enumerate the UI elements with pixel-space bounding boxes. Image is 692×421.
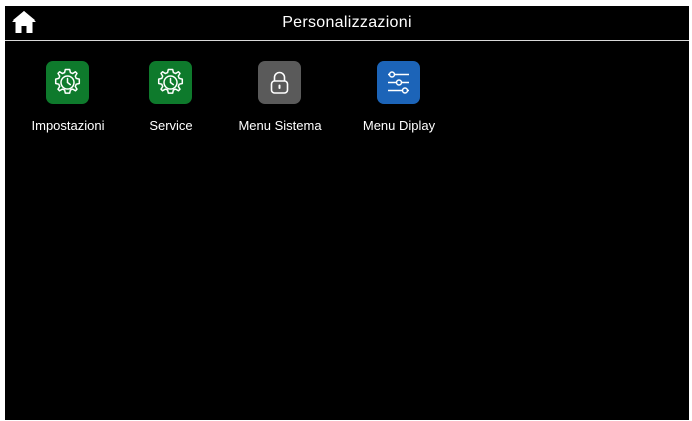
tile-menu-sistema[interactable]: Menu Sistema (230, 61, 330, 136)
gear-clock-icon (46, 61, 89, 104)
tile-label: Service (149, 118, 193, 133)
tile-label: Menu Sistema (238, 118, 322, 133)
header-bar: Personalizzazioni (5, 6, 689, 41)
padlock-icon (258, 61, 301, 104)
tile-label: Impostazioni (31, 118, 105, 133)
screen: Personalizzazioni Impostazioni Service M… (5, 6, 689, 420)
tile-impostazioni[interactable]: Impostazioni (18, 61, 118, 136)
tile-menu-display[interactable]: Menu Diplay (349, 61, 449, 136)
tile-service[interactable]: Service (121, 61, 221, 136)
tile-label: Menu Diplay (362, 118, 436, 133)
sliders-icon (377, 61, 420, 104)
page-title: Personalizzazioni (282, 14, 412, 31)
gear-clock-icon (149, 61, 192, 104)
menu-tiles: Impostazioni Service Menu Sistema Menu D… (5, 61, 689, 141)
